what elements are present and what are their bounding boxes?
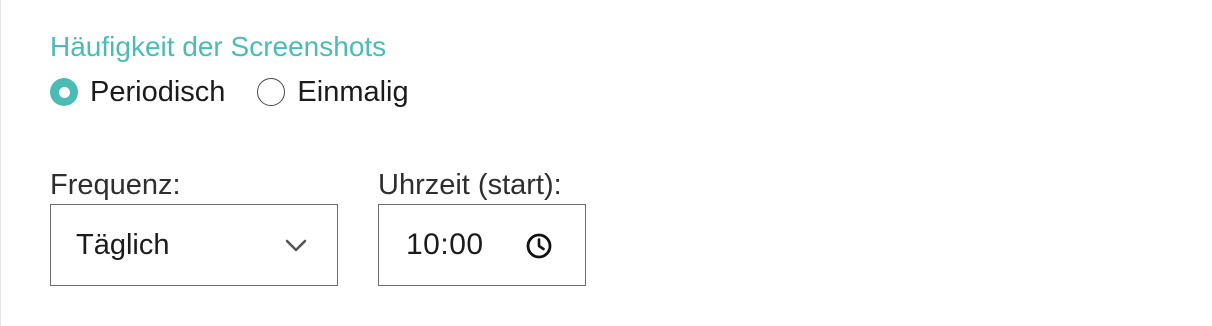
frequency-label: Frequenz: [50, 169, 181, 201]
frequency-select-value: Täglich [76, 229, 170, 261]
section-title: Häufigkeit der Screenshots [50, 31, 387, 62]
screenshot-frequency-panel: Häufigkeit der Screenshots Periodisch Ei… [0, 0, 1212, 326]
radio-unchecked-icon[interactable] [257, 78, 286, 106]
radio-label-einmalig[interactable]: Einmalig [297, 75, 408, 109]
radio-option-einmalig[interactable]: Einmalig [257, 75, 409, 109]
chevron-down-icon[interactable] [284, 235, 308, 255]
start-time-input[interactable]: 10:00 [378, 204, 586, 286]
start-time-value[interactable]: 10:00 [406, 228, 484, 262]
radio-option-periodisch[interactable]: Periodisch [50, 75, 225, 109]
clock-icon[interactable] [525, 232, 553, 260]
mode-radio-group: Periodisch Einmalig [50, 74, 441, 110]
radio-dot [58, 86, 70, 98]
radio-checked-icon[interactable] [50, 78, 78, 106]
start-time-label: Uhrzeit (start): [378, 169, 562, 201]
radio-label-periodisch[interactable]: Periodisch [90, 75, 225, 109]
frequency-select[interactable]: Täglich [50, 204, 338, 286]
